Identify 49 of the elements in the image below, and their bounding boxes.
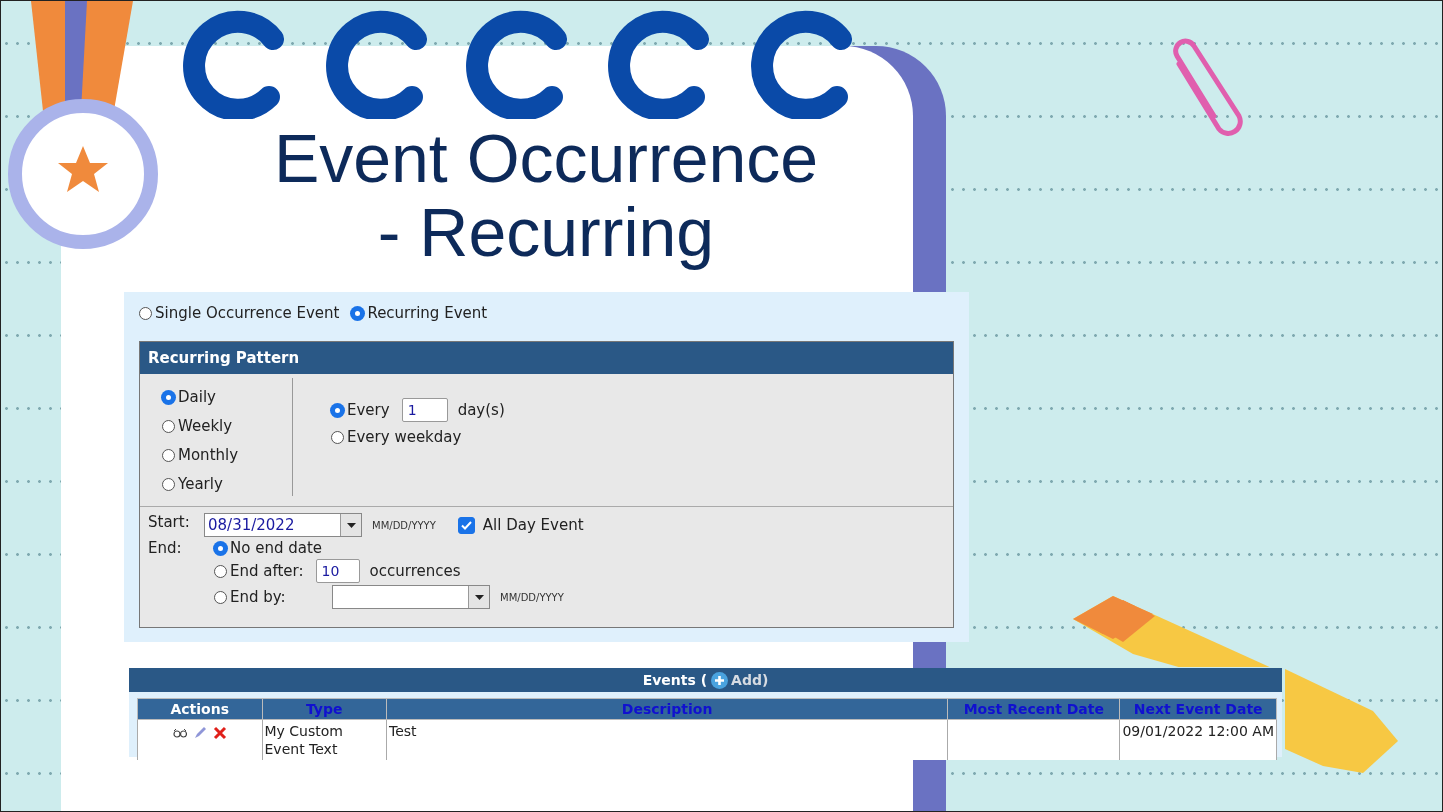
format-hint: MM/DD/YYYY <box>372 519 436 531</box>
table-cell: Test <box>386 719 948 760</box>
slide-title: Event Occurrence - Recurring <box>272 121 820 269</box>
radio-option[interactable]: Every <box>331 401 390 419</box>
radio-option[interactable]: Every weekday <box>331 428 462 446</box>
radio-option[interactable]: End by: <box>214 588 286 606</box>
check-icon <box>460 520 472 530</box>
radio-button[interactable] <box>331 430 344 444</box>
radio-button[interactable] <box>214 541 227 555</box>
pencil-icon[interactable] <box>192 726 207 740</box>
radio-button[interactable] <box>162 477 175 491</box>
column-header: Actions <box>137 698 262 720</box>
panel-header: Recurring Pattern <box>140 342 953 374</box>
radio-option[interactable]: End after: <box>214 562 304 580</box>
plus-icon <box>711 671 729 689</box>
radio-button[interactable] <box>351 306 365 320</box>
input-field[interactable]: 10 <box>315 559 360 583</box>
radio-option[interactable]: No end date <box>214 539 322 557</box>
delete-icon[interactable] <box>212 726 227 740</box>
radio-button[interactable] <box>214 564 227 578</box>
date-field[interactable] <box>332 585 490 609</box>
radio-option[interactable]: Yearly <box>162 475 292 493</box>
table-cell: My Custom Event Text <box>262 719 387 760</box>
radio-button[interactable] <box>162 419 175 433</box>
panel-title: Events ( <box>642 672 708 688</box>
unit-label: occurrences <box>369 562 461 580</box>
radio-option[interactable]: Weekly <box>162 417 292 435</box>
checkbox[interactable] <box>457 516 475 534</box>
caret-icon <box>474 594 484 600</box>
radio-option[interactable]: Recurring Event <box>351 304 488 322</box>
field-label: Start: <box>148 513 191 533</box>
checkbox-label: All Day Event <box>482 516 584 534</box>
add-link[interactable]: Add) <box>711 671 769 689</box>
radio-option[interactable]: Single Occurrence Event <box>139 304 340 322</box>
input-field[interactable]: 1 <box>401 398 448 422</box>
glasses-icon[interactable] <box>172 728 187 738</box>
radio-button[interactable] <box>162 390 175 404</box>
unit-label: day(s) <box>457 401 505 419</box>
date-field[interactable]: 08/31/2022 <box>204 513 362 537</box>
radio-button[interactable] <box>331 403 344 417</box>
radio-option[interactable]: Daily <box>162 388 292 406</box>
radio-button[interactable] <box>162 448 175 462</box>
radio-button[interactable] <box>139 306 152 320</box>
field-label: End: <box>148 539 183 559</box>
radio-button[interactable] <box>214 590 227 604</box>
caret-icon <box>346 522 356 528</box>
radio-option[interactable]: Monthly <box>162 446 292 464</box>
table-cell: 09/01/2022 12:00 AM <box>1119 719 1277 760</box>
format-hint: MM/DD/YYYY <box>500 591 564 603</box>
